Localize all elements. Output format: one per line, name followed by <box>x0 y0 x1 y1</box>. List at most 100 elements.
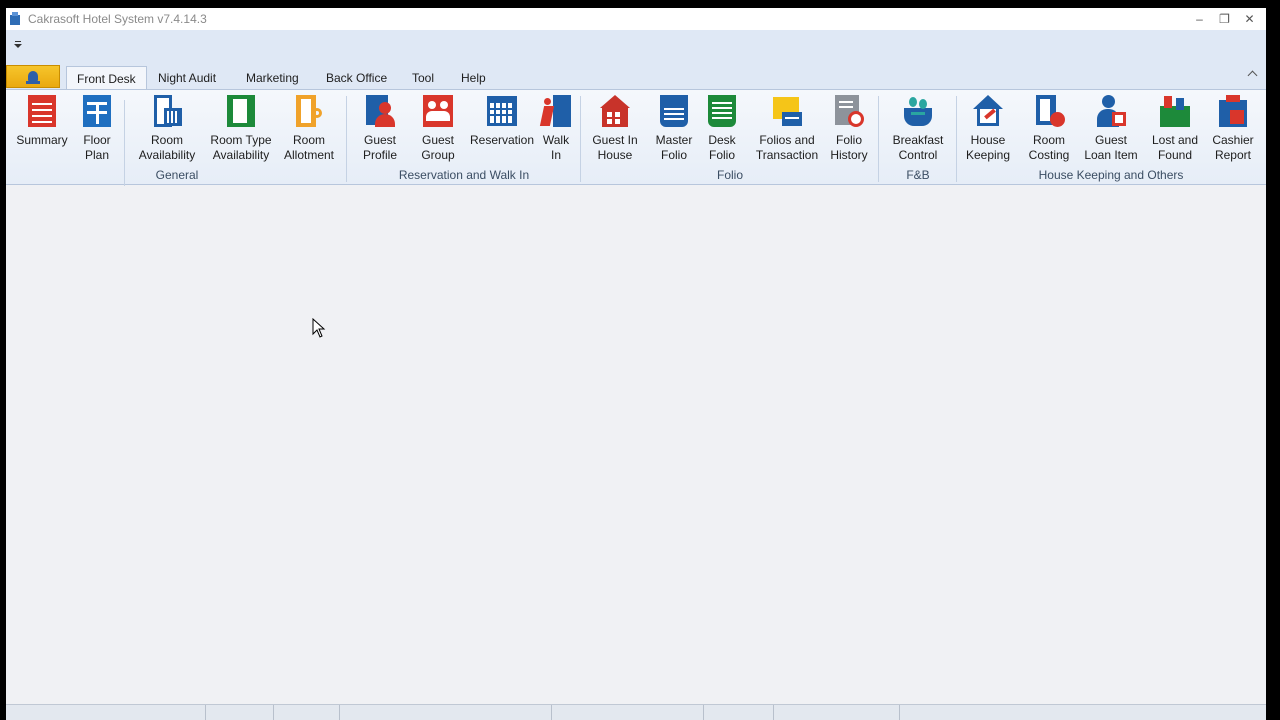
house-keeping-icon <box>971 94 1005 130</box>
cashier-report-button[interactable]: Cashier Report <box>1206 94 1260 166</box>
tab-help[interactable]: Help <box>451 66 496 89</box>
customize-quick-access-icon[interactable] <box>14 40 22 50</box>
summary-button[interactable]: Summary <box>14 94 70 166</box>
guest-profile-icon <box>363 94 397 130</box>
bell-icon <box>26 70 40 84</box>
folios-and-transaction-button[interactable]: Folios and Transaction <box>752 94 822 166</box>
group-separator <box>878 96 879 182</box>
folio-history-button[interactable]: Folio History <box>824 94 874 166</box>
guest-loan-item-icon <box>1094 94 1128 130</box>
status-cell <box>900 705 1266 720</box>
house-keeping-button[interactable]: House Keeping <box>960 94 1016 166</box>
guest-profile-label: Guest Profile <box>362 133 397 162</box>
group-label-fnb: F&B <box>906 168 930 182</box>
mouse-pointer-icon <box>312 318 326 338</box>
master-folio-icon <box>657 94 691 130</box>
room-availability-icon <box>150 94 184 130</box>
guest-loan-item-label: Guest Loan Item <box>1084 133 1138 162</box>
status-cell <box>552 705 704 720</box>
tab-night-audit[interactable]: Night Audit <box>148 66 226 89</box>
close-button[interactable]: ✕ <box>1237 8 1262 30</box>
group-folio: Guest In House Master Folio Desk Folio F… <box>584 94 876 184</box>
workspace-area[interactable] <box>6 186 1266 704</box>
status-cell <box>206 705 274 720</box>
app-logo-icon <box>8 12 22 26</box>
desk-folio-button[interactable]: Desk Folio <box>702 94 742 166</box>
walk-in-label: Walk In <box>542 133 570 162</box>
room-type-availability-button[interactable]: Room Type Availability <box>206 94 276 166</box>
room-availability-label: Room Availability <box>138 133 196 162</box>
guest-group-button[interactable]: Guest Group <box>410 94 466 166</box>
window-title: Cakrasoft Hotel System v7.4.14.3 <box>28 12 207 26</box>
group-fnb: Breakfast Control F&B <box>882 94 954 184</box>
status-cell <box>340 705 552 720</box>
folios-transaction-icon <box>770 94 804 130</box>
title-bar: Cakrasoft Hotel System v7.4.14.3 – ❐ ✕ <box>6 8 1266 30</box>
quick-access-toolbar <box>6 30 1266 64</box>
group-label-general: General <box>155 168 199 182</box>
group-label-folio: Folio <box>716 168 743 182</box>
folio-history-icon <box>832 94 866 130</box>
status-cell <box>6 705 206 720</box>
room-costing-button[interactable]: Room Costing <box>1020 94 1078 166</box>
tab-tool[interactable]: Tool <box>402 66 444 89</box>
guest-profile-button[interactable]: Guest Profile <box>352 94 408 166</box>
room-allotment-icon <box>292 94 326 130</box>
guest-group-icon <box>421 94 455 130</box>
folios-and-transaction-label: Folios and Transaction <box>755 133 819 162</box>
cashier-report-label: Cashier Report <box>1212 133 1254 162</box>
floor-plan-button[interactable]: Floor Plan <box>72 94 122 166</box>
lost-and-found-icon <box>1158 94 1192 130</box>
status-bar <box>6 704 1266 720</box>
summary-label: Summary <box>16 133 68 147</box>
application-menu-button[interactable] <box>6 65 60 88</box>
collapse-ribbon-icon[interactable] <box>1248 70 1258 80</box>
ribbon-panel: Summary Floor Plan Room Availability Roo… <box>6 89 1266 186</box>
guest-group-label: Guest Group <box>421 133 455 162</box>
maximize-button[interactable]: ❐ <box>1212 8 1237 30</box>
master-folio-button[interactable]: Master Folio <box>646 94 702 166</box>
floor-plan-label: Floor Plan <box>83 133 111 162</box>
status-cell <box>774 705 900 720</box>
walk-in-button[interactable]: Walk In <box>536 94 576 166</box>
room-availability-button[interactable]: Room Availability <box>130 94 204 166</box>
group-separator <box>956 96 957 182</box>
room-costing-label: Room Costing <box>1028 133 1070 162</box>
floor-plan-icon <box>80 94 114 130</box>
house-icon <box>598 94 632 130</box>
tab-marketing[interactable]: Marketing <box>236 66 309 89</box>
group-label-housekeeping: House Keeping and Others <box>1038 168 1184 182</box>
desk-folio-icon <box>705 94 739 130</box>
desk-folio-label: Desk Folio <box>708 133 736 162</box>
breakfast-icon <box>901 94 935 130</box>
lost-and-found-button[interactable]: Lost and Found <box>1146 94 1204 166</box>
room-type-availability-icon <box>224 94 258 130</box>
room-allotment-button[interactable]: Room Allotment <box>278 94 340 166</box>
app-window: Cakrasoft Hotel System v7.4.14.3 – ❐ ✕ F… <box>6 8 1266 720</box>
room-costing-icon <box>1032 94 1066 130</box>
guest-in-house-button[interactable]: Guest In House <box>586 94 644 166</box>
ribbon-tabs: Front Desk Night Audit Marketing Back Of… <box>6 64 1266 90</box>
master-folio-label: Master Folio <box>655 133 693 162</box>
breakfast-control-button[interactable]: Breakfast Control <box>884 94 952 166</box>
group-general: Summary Floor Plan Room Availability Roo… <box>10 94 344 186</box>
reservation-button[interactable]: Reservation <box>468 94 536 166</box>
group-reservation: Guest Profile Guest Group Reservation Wa… <box>350 94 578 184</box>
lost-and-found-label: Lost and Found <box>1151 133 1199 162</box>
breakfast-control-label: Breakfast Control <box>892 133 944 162</box>
house-keeping-label: House Keeping <box>965 133 1011 162</box>
window-controls: – ❐ ✕ <box>1187 8 1262 30</box>
cashier-report-icon <box>1216 94 1250 130</box>
status-cell <box>274 705 340 720</box>
walk-in-icon <box>539 94 573 130</box>
room-type-availability-label: Room Type Availability <box>210 133 272 162</box>
room-allotment-label: Room Allotment <box>283 133 335 162</box>
guest-loan-item-button[interactable]: Guest Loan Item <box>1080 94 1142 166</box>
tab-front-desk[interactable]: Front Desk <box>66 66 147 90</box>
folio-history-label: Folio History <box>830 133 868 162</box>
calendar-icon <box>485 94 519 130</box>
group-separator <box>346 96 347 182</box>
group-separator <box>580 96 581 182</box>
tab-back-office[interactable]: Back Office <box>316 66 397 89</box>
minimize-button[interactable]: – <box>1187 8 1212 30</box>
